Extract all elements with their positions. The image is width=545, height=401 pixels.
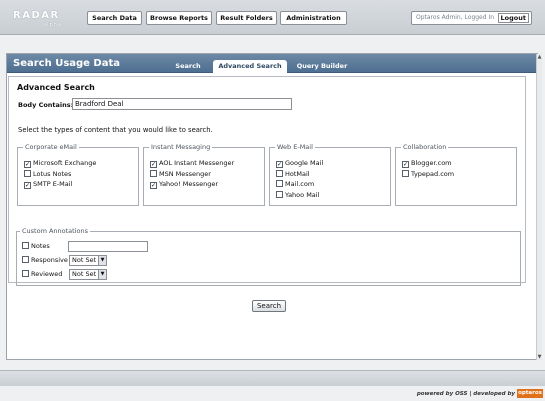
- responsive-select[interactable]: Not Set ▼: [69, 255, 107, 266]
- option-aol-instant-messenger[interactable]: ✓ AOL Instant Messenger: [150, 158, 234, 168]
- checkbox-icon[interactable]: [22, 242, 29, 249]
- checkbox-icon[interactable]: [276, 191, 283, 198]
- group-legend: Instant Messaging: [149, 143, 213, 151]
- option-lotus-notes[interactable]: Lotus Notes: [24, 169, 71, 179]
- responsive-row: Responsive: [22, 255, 68, 266]
- checkbox-icon[interactable]: [402, 170, 409, 177]
- footer-credit: powered by OSS | developed by: [416, 391, 515, 397]
- option-label: Blogger.com: [411, 159, 452, 167]
- checkbox-icon[interactable]: [22, 270, 29, 277]
- option-label: Yahoo Mail: [285, 191, 320, 199]
- responsive-select-value: Not Set: [72, 256, 97, 264]
- group-legend: Corporate eMail: [23, 143, 79, 151]
- notes-row: Notes: [22, 241, 50, 252]
- nav-search-data[interactable]: Search Data: [87, 11, 142, 25]
- content-types-instruction: Select the types of content that you wou…: [18, 126, 213, 134]
- option-label: Lotus Notes: [33, 170, 72, 178]
- nav-browse-reports[interactable]: Browse Reports: [146, 11, 212, 25]
- group-collaboration: Collaboration ✓ Blogger.com Typepad.com: [395, 143, 517, 206]
- custom-annotations-box: Custom Annotations Notes Responsive Not …: [16, 227, 521, 286]
- responsive-label: Responsive: [31, 256, 68, 264]
- option-label: SMTP E-Mail: [33, 180, 73, 188]
- scroll-up-icon[interactable]: ▲: [537, 54, 542, 60]
- option-label: MSN Messenger: [159, 170, 211, 178]
- dropdown-arrow-icon[interactable]: ▼: [98, 270, 106, 279]
- option-blogger-com[interactable]: ✓ Blogger.com: [402, 158, 452, 168]
- group-instant-messaging: Instant Messaging ✓ AOL Instant Messenger…: [143, 143, 265, 206]
- option-google-mail[interactable]: ✓ Google Mail: [276, 158, 323, 168]
- scroll-down-icon[interactable]: ▼: [537, 354, 542, 360]
- checkbox-icon[interactable]: [276, 170, 283, 177]
- option-label: Yahoo! Messenger: [159, 180, 219, 188]
- body-contains-input[interactable]: Bradford Deal: [72, 98, 292, 110]
- panel-title: Search Usage Data: [13, 58, 121, 69]
- checkbox-checked-icon[interactable]: ✓: [150, 182, 157, 189]
- checkbox-checked-icon[interactable]: ✓: [24, 182, 31, 189]
- option-mail-com[interactable]: Mail.com: [276, 179, 314, 189]
- checkbox-icon[interactable]: [150, 170, 157, 177]
- group-legend: Collaboration: [401, 143, 449, 151]
- top-bar: RADAR alpha Search Data Browse Reports R…: [0, 0, 545, 35]
- reviewed-label: Reviewed: [31, 270, 63, 278]
- option-msn-messenger[interactable]: MSN Messenger: [150, 169, 211, 179]
- option-label: Microsoft Exchange: [33, 159, 97, 167]
- notes-input[interactable]: [68, 241, 148, 252]
- option-label: HotMail: [285, 170, 310, 178]
- nav-administration[interactable]: Administration: [280, 11, 347, 25]
- option-microsoft-exchange[interactable]: ✓ Microsoft Exchange: [24, 158, 96, 168]
- footer-bar: [0, 370, 545, 386]
- user-status: Optaros Admin, Logged In: [416, 14, 495, 21]
- option-smtp-email[interactable]: ✓ SMTP E-Mail: [24, 179, 72, 189]
- option-hotmail[interactable]: HotMail: [276, 169, 310, 179]
- advanced-search-heading: Advanced Search: [17, 83, 95, 92]
- option-label: Google Mail: [285, 159, 324, 167]
- checkbox-checked-icon[interactable]: ✓: [276, 161, 283, 168]
- option-yahoo-messenger[interactable]: ✓ Yahoo! Messenger: [150, 179, 218, 189]
- group-corporate-email: Corporate eMail ✓ Microsoft Exchange Lotu…: [17, 143, 139, 206]
- checkbox-icon[interactable]: [276, 180, 283, 187]
- option-label: Typepad.com: [411, 170, 455, 178]
- logo-subtext: alpha: [43, 22, 62, 28]
- optaros-logo: optaros: [517, 389, 543, 398]
- reviewed-select-value: Not Set: [72, 270, 97, 278]
- group-web-email: Web E-Mail ✓ Google Mail HotMail Mail.com…: [269, 143, 391, 206]
- option-label: Mail.com: [285, 180, 315, 188]
- option-typepad-com[interactable]: Typepad.com: [402, 169, 454, 179]
- checkbox-icon[interactable]: [22, 256, 29, 263]
- checkbox-checked-icon[interactable]: ✓: [402, 161, 409, 168]
- logout-button[interactable]: Logout: [497, 13, 529, 23]
- vertical-scrollbar[interactable]: ▲ ▼: [536, 54, 542, 360]
- logo-text: RADAR: [13, 10, 60, 21]
- reviewed-row: Reviewed: [22, 269, 62, 280]
- checkbox-checked-icon[interactable]: ✓: [24, 161, 31, 168]
- group-legend: Web E-Mail: [275, 143, 315, 151]
- nav-result-folders[interactable]: Result Folders: [216, 11, 277, 25]
- notes-label: Notes: [31, 242, 50, 250]
- option-label: AOL Instant Messenger: [159, 159, 235, 167]
- tab-advanced-search[interactable]: Advanced Search: [213, 60, 287, 73]
- reviewed-select[interactable]: Not Set ▼: [69, 269, 107, 280]
- body-contains-label: Body Contains:: [18, 101, 74, 109]
- radar-logo[interactable]: RADAR alpha: [13, 10, 77, 30]
- dropdown-arrow-icon[interactable]: ▼: [98, 256, 106, 265]
- tab-search[interactable]: Search: [171, 60, 205, 73]
- annotations-legend: Custom Annotations: [20, 227, 90, 235]
- option-yahoo-mail[interactable]: Yahoo Mail: [276, 190, 319, 200]
- panel-header: Search Usage Data Search Advanced Search…: [7, 54, 537, 73]
- search-button[interactable]: Search: [252, 300, 286, 312]
- user-info: Optaros Admin, Logged In Logout: [411, 11, 532, 25]
- checkbox-checked-icon[interactable]: ✓: [150, 161, 157, 168]
- tab-query-builder[interactable]: Query Builder: [294, 60, 350, 73]
- checkbox-icon[interactable]: [24, 170, 31, 177]
